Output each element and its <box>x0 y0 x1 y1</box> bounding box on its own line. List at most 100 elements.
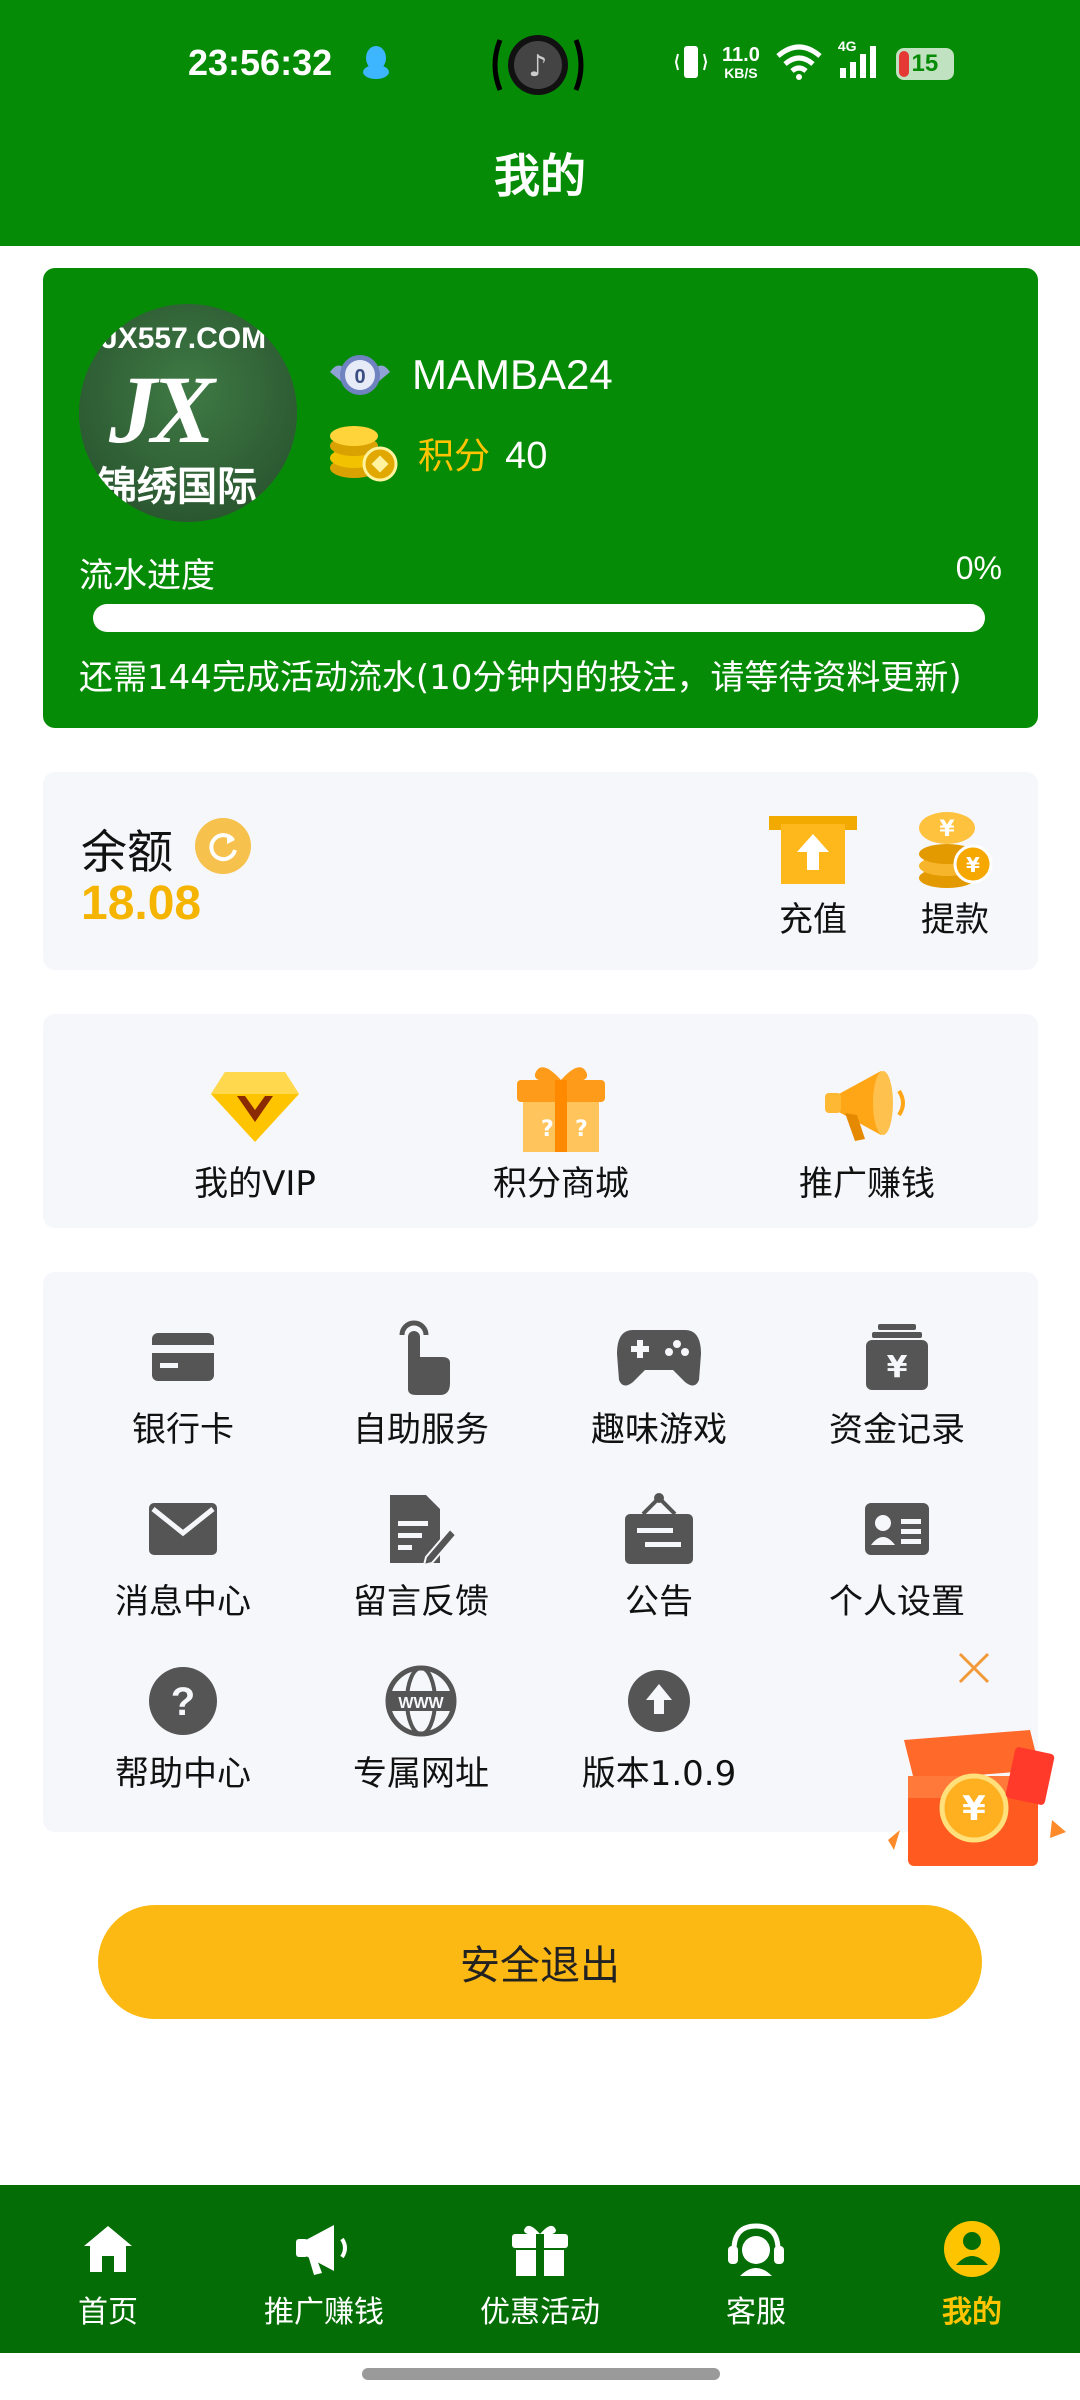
refresh-icon[interactable] <box>195 818 251 874</box>
gift-icon <box>440 2217 640 2281</box>
feature-points-mall-label: 积分商城 <box>493 1164 629 1204</box>
help-icon: ? <box>83 1656 283 1746</box>
nav-promote[interactable]: 推广赚钱 <box>224 2217 424 2331</box>
svg-text:¥: ¥ <box>887 1350 908 1385</box>
svg-text:¥: ¥ <box>962 1789 986 1829</box>
nav-mine-label: 我的 <box>942 2295 1002 2330</box>
music-icon: ♪ <box>488 30 588 100</box>
status-right-icons: 11.0 KB/S 4G 15 <box>674 38 954 84</box>
avatar-text-top: JX557.COM <box>101 322 267 355</box>
svg-text:WWW: WWW <box>398 1695 444 1712</box>
grid-item-personal-settings[interactable]: 个人设置 <box>797 1484 997 1623</box>
avatar[interactable]: JX557.COM JX 锦绣国际 <box>79 304 297 522</box>
logout-button[interactable]: 安全退出 <box>98 1905 982 2019</box>
id-card-icon <box>797 1484 997 1574</box>
grid-item-label: 趣味游戏 <box>591 1410 727 1450</box>
battery-level: 15 <box>911 50 939 77</box>
bottom-nav: 首页 推广赚钱 优惠活动 客服 我的 <box>0 2185 1080 2353</box>
user-icon <box>872 2217 1072 2281</box>
grid-item-messages[interactable]: 消息中心 <box>83 1484 283 1623</box>
withdraw-button[interactable]: ¥ ¥ 提款 <box>895 810 1015 941</box>
gamepad-icon <box>559 1312 759 1402</box>
points-label: 积分 <box>418 436 491 477</box>
nav-home[interactable]: 首页 <box>8 2217 208 2331</box>
grid-item-label: 版本1.0.9 <box>581 1754 737 1794</box>
profile-card: JX557.COM JX 锦绣国际 0 MAMBA24 积分 40 流水进度 0… <box>43 268 1038 728</box>
user-row: 0 MAMBA24 <box>328 350 613 400</box>
grid-item-help[interactable]: ? 帮助中心 <box>83 1656 283 1795</box>
megaphone-icon <box>224 2217 424 2281</box>
grid-item-label: 留言反馈 <box>353 1582 489 1622</box>
nav-promotions[interactable]: 优惠活动 <box>440 2217 640 2331</box>
svg-text:?: ? <box>541 1117 554 1142</box>
grid-item-fund-record[interactable]: ¥ 资金记录 <box>797 1312 997 1451</box>
feature-vip[interactable]: 我的VIP <box>155 1056 355 1205</box>
net-speed-value: 11.0 <box>722 44 760 66</box>
promo-gift-box-icon[interactable]: ¥ <box>880 1700 1070 1880</box>
grid-item-bank-card[interactable]: 银行卡 <box>83 1312 283 1451</box>
grid-item-label: 资金记录 <box>829 1410 965 1450</box>
progress-bar <box>93 604 985 632</box>
home-indicator[interactable] <box>362 2368 720 2380</box>
feature-promote[interactable]: 推广赚钱 <box>767 1056 967 1205</box>
level-medal-icon: 0 <box>328 350 392 400</box>
recharge-label: 充值 <box>779 900 847 940</box>
grid-item-feedback[interactable]: 留言反馈 <box>321 1484 521 1623</box>
level-number: 0 <box>354 366 365 388</box>
close-icon[interactable] <box>954 1648 994 1688</box>
notice-board-icon <box>559 1484 759 1574</box>
nav-promotions-label: 优惠活动 <box>480 2295 600 2330</box>
page-title: 我的 <box>494 149 586 203</box>
nav-customer-service[interactable]: 客服 <box>656 2217 856 2331</box>
megaphone-icon <box>767 1056 967 1156</box>
net-speed: 11.0 KB/S <box>722 44 760 82</box>
grid-item-label: 个人设置 <box>829 1582 965 1622</box>
svg-text:?: ? <box>171 1680 195 1724</box>
nav-customer-service-label: 客服 <box>726 2295 786 2330</box>
qq-icon <box>362 44 390 84</box>
recharge-button[interactable]: 充值 <box>753 810 873 941</box>
top-header-area: 23:56:32 ♪ 11.0 KB/S 4G 15 我的 <box>0 0 1080 246</box>
coins-icon <box>328 418 398 488</box>
signal-icon: 4G <box>838 38 882 84</box>
feature-promote-label: 推广赚钱 <box>799 1164 935 1204</box>
feedback-icon <box>321 1484 521 1574</box>
battery-icon: 15 <box>895 48 954 80</box>
grid-item-label: 公告 <box>625 1582 693 1622</box>
vibrate-icon <box>674 44 708 84</box>
grid-item-label: 自助服务 <box>353 1410 489 1450</box>
svg-text:?: ? <box>575 1117 588 1142</box>
points-row: 积分 40 <box>328 418 547 488</box>
www-icon: WWW <box>321 1656 521 1746</box>
progress-note: 还需144完成活动流水(10分钟内的投注，请等待资料更新) <box>79 658 962 698</box>
username: MAMBA24 <box>412 351 613 398</box>
feature-points-mall[interactable]: ? ? 积分商城 <box>461 1056 661 1205</box>
grid-item-notice[interactable]: 公告 <box>559 1484 759 1623</box>
svg-text:♪: ♪ <box>528 49 547 84</box>
withdraw-label: 提款 <box>921 900 989 940</box>
status-time: 23:56:32 <box>188 42 333 83</box>
grid-item-label: 专属网址 <box>353 1754 489 1794</box>
upload-icon <box>559 1656 759 1746</box>
grid-item-fun-games[interactable]: 趣味游戏 <box>559 1312 759 1451</box>
recharge-icon <box>753 810 873 892</box>
wifi-icon <box>774 44 824 84</box>
grid-item-self-service[interactable]: 自助服务 <box>321 1312 521 1451</box>
nav-mine[interactable]: 我的 <box>872 2217 1072 2331</box>
money-record-icon: ¥ <box>797 1312 997 1402</box>
bank-card-icon <box>83 1312 283 1402</box>
svg-text:¥: ¥ <box>939 817 955 842</box>
status-bar: 23:56:32 ♪ 11.0 KB/S 4G 15 <box>0 30 1080 102</box>
network-type: 4G <box>837 38 857 54</box>
balance-value: 18.08 <box>81 877 202 930</box>
balance-card: 余额 18.08 充值 ¥ ¥ 提款 <box>43 772 1038 970</box>
points-value: 40 <box>505 435 548 477</box>
nav-home-label: 首页 <box>78 2295 138 2330</box>
grid-item-version[interactable]: 版本1.0.9 <box>559 1656 759 1795</box>
nav-promote-label: 推广赚钱 <box>264 2295 384 2330</box>
home-icon <box>8 2217 208 2281</box>
gift-box-icon: ? ? <box>461 1056 661 1156</box>
grid-item-exclusive-url[interactable]: WWW 专属网址 <box>321 1656 521 1795</box>
avatar-text-bottom: 锦绣国际 <box>97 464 257 510</box>
balance-label: 余额 <box>81 825 173 879</box>
